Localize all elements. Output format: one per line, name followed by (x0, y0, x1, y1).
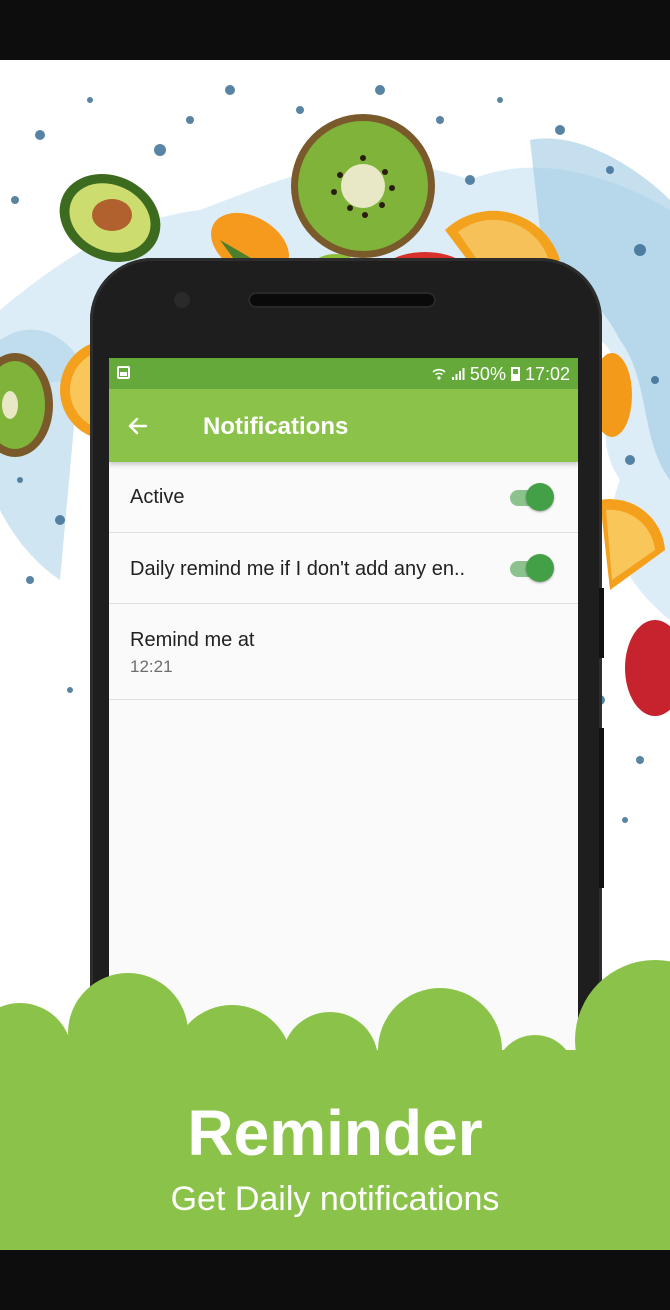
wifi-icon (432, 368, 446, 380)
setting-row-daily-remind[interactable]: Daily remind me if I don't add any en.. (109, 533, 578, 604)
remind-time-value: 12:21 (130, 657, 173, 676)
back-arrow-icon[interactable] (123, 411, 153, 441)
setting-label-active: Active (130, 486, 185, 508)
top-black-bar (0, 0, 670, 60)
status-indicators: 50% 17:02 (432, 364, 570, 384)
toolbar-title: Notifications (203, 413, 349, 440)
front-camera (174, 292, 190, 308)
bottom-black-bar (0, 1250, 670, 1310)
signal-icon (451, 368, 465, 380)
volume-button (599, 588, 604, 658)
promo-subtitle: Get Daily notifications (170, 1180, 500, 1218)
setting-row-remind-time[interactable]: Remind me at 12:21 (109, 604, 578, 700)
battery-icon (510, 367, 520, 381)
daily-remind-toggle[interactable] (510, 554, 554, 582)
setting-label-remind-time: Remind me at (130, 629, 255, 651)
status-bar: 50% 17:02 (109, 358, 578, 389)
battery-percent: 50% (469, 363, 506, 384)
earpiece-speaker (248, 292, 436, 308)
app-toolbar: Notifications (109, 389, 578, 462)
promo-title: Reminder (187, 1097, 483, 1169)
image-notification-icon (117, 366, 130, 379)
active-toggle[interactable] (510, 483, 554, 511)
toggle-thumb (526, 483, 554, 511)
setting-label-daily-remind: Daily remind me if I don't add any en.. (130, 558, 466, 580)
power-button (599, 728, 604, 888)
setting-row-active[interactable]: Active (109, 462, 578, 533)
status-time: 17:02 (524, 363, 570, 384)
toggle-thumb (526, 554, 554, 582)
